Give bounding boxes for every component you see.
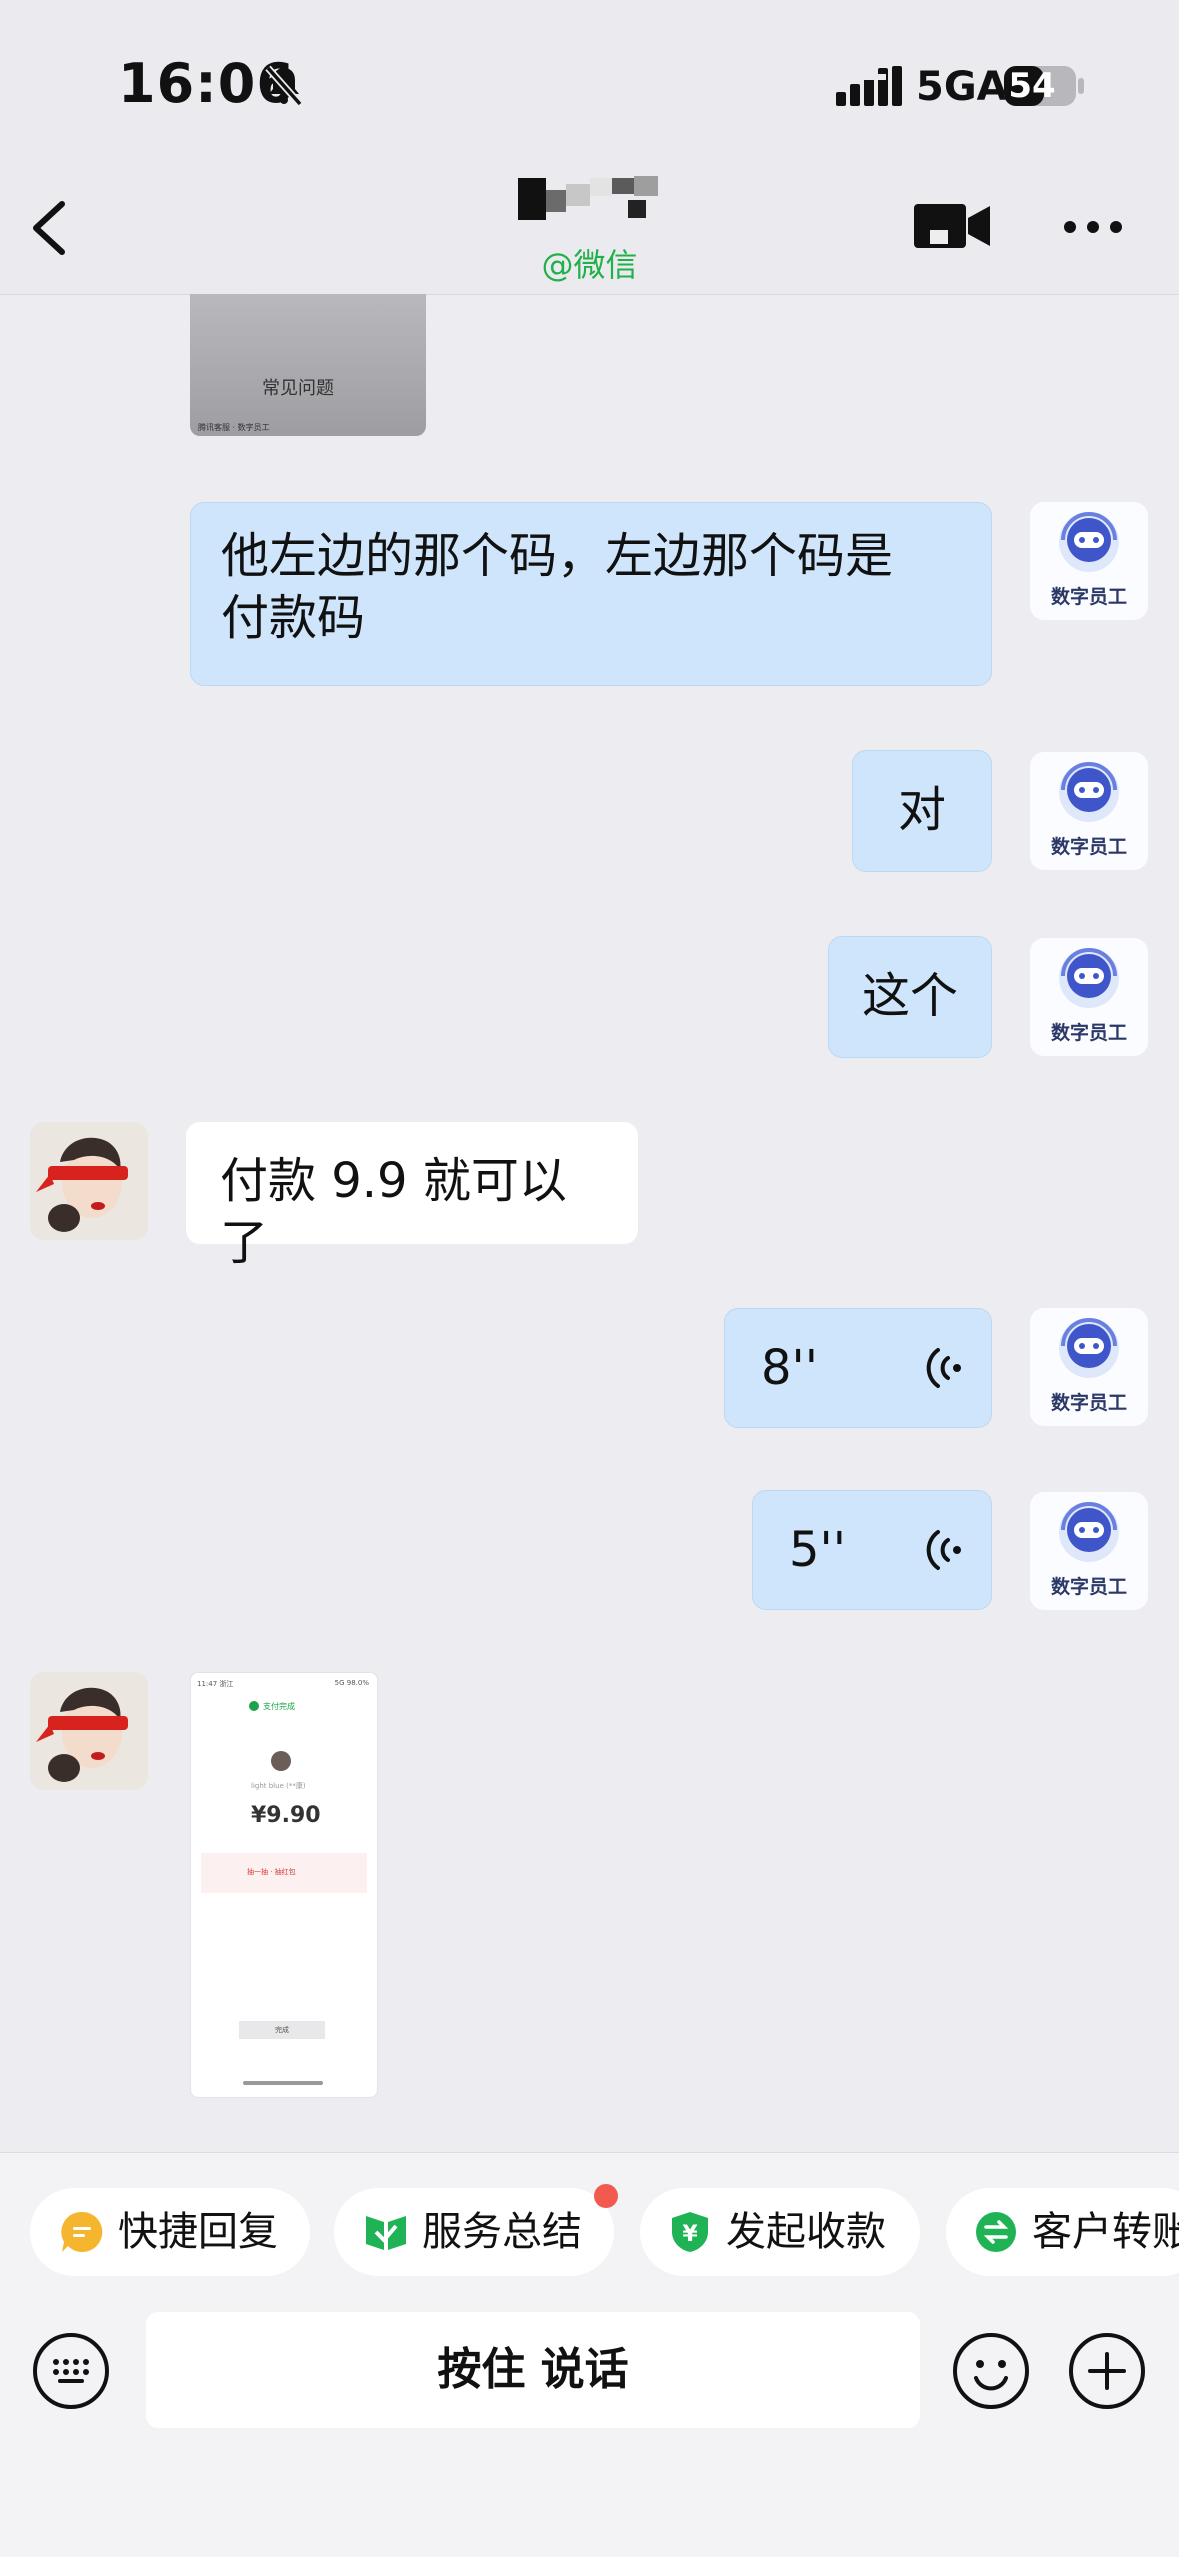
message-text-line2: 付款码 [221,590,366,646]
receipt-status-time: 11:47 浙江 [197,1680,234,1688]
plus-icon[interactable] [1068,2332,1146,2410]
voice-wave-icon [926,1530,961,1570]
contact-source: @微信 [541,246,638,284]
quick-reply-label: 快捷回复 [118,2209,278,2255]
bot-avatar[interactable]: 数字员工 [1030,938,1148,1056]
message-bubble-outgoing[interactable]: 这个 [828,936,992,1058]
shared-image-caption: 常见问题 [262,378,334,399]
receipt-badge: 支付完成 [263,1702,295,1711]
message-bubble-outgoing[interactable]: 他左边的那个码，左边那个码是 付款码 [190,502,992,686]
robot-headset-icon [1059,1502,1119,1562]
payment-receipt-image[interactable]: 11:47 浙江 5G 98.0% 支付完成 light blue (**康) … [190,1672,378,2098]
collect-payment-label: 发起收款 [726,2209,886,2255]
voice-duration: 5'' [789,1522,846,1578]
receipt-done-button: 完成 [239,2021,325,2039]
receipt-promo-text: 抽一抽 · 抽红包 [247,1868,296,1876]
message-bubble-incoming[interactable]: 付款 9.9 就可以了 [186,1122,638,1271]
voice-duration: 8'' [761,1340,818,1396]
notification-dot [594,2184,618,2208]
service-summary-icon [366,2216,406,2250]
message-bubble-outgoing[interactable]: 对 [852,750,992,872]
signal-icon [836,66,902,106]
message-text: 对 [897,782,946,838]
receipt-avatar [271,1751,291,1771]
hold-to-talk-button[interactable]: 按住 说话 [146,2312,920,2428]
robot-headset-icon [1059,512,1119,572]
bot-avatar-label: 数字员工 [1050,836,1127,858]
contact-name-redacted [518,176,658,220]
message-text: 这个 [861,968,958,1024]
keyboard-icon[interactable] [32,2332,110,2410]
bot-avatar[interactable]: 数字员工 [1030,1492,1148,1610]
bot-avatar-label: 数字员工 [1050,1576,1127,1598]
customer-avatar[interactable] [30,1122,148,1240]
quick-reply-icon [61,2211,103,2252]
robot-headset-icon [1059,762,1119,822]
svg-text:¥: ¥ [682,2222,698,2247]
more-options-icon[interactable] [1062,216,1124,238]
receipt-payee: light blue (**康) [251,1782,306,1790]
battery-level: 54 [1008,66,1056,106]
customer-avatar[interactable] [30,1672,148,1790]
success-dot-icon [249,1701,259,1711]
shared-image-partial[interactable]: 常见问题 腾讯客服 · 数字员工 [190,294,426,436]
bot-avatar[interactable]: 数字员工 [1030,752,1148,870]
customer-transfer-label: 客户转账 [1032,2209,1179,2255]
shared-image-footer: 腾讯客服 · 数字员工 [198,423,270,432]
receipt-status-signal: 5G 98.0% [334,1679,369,1687]
receipt-amount: ¥9.90 [251,1803,321,1828]
bot-avatar-label: 数字员工 [1050,586,1127,608]
service-summary-label: 服务总结 [422,2209,582,2255]
robot-headset-icon [1059,1318,1119,1378]
robot-headset-icon [1059,948,1119,1008]
voice-wave-icon [926,1348,961,1388]
bot-avatar[interactable]: 数字员工 [1030,502,1148,620]
message-text: 付款 9.9 就可以了 [220,1153,567,1271]
emoji-icon[interactable] [952,2332,1030,2410]
mute-bell-icon [265,65,303,107]
bot-avatar[interactable]: 数字员工 [1030,1308,1148,1426]
bot-avatar-label: 数字员工 [1050,1022,1127,1044]
customer-portrait-icon [30,1122,148,1240]
collect-payment-icon: ¥ [672,2212,708,2252]
customer-transfer-icon [976,2212,1016,2252]
receipt-home-indicator [243,2081,323,2085]
network-type: 5GA [916,64,1008,110]
bot-avatar-label: 数字员工 [1050,1392,1127,1414]
video-call-icon[interactable] [912,200,992,252]
message-text: 他左边的那个码，左边那个码是 [221,528,894,584]
customer-portrait-icon [30,1672,148,1790]
